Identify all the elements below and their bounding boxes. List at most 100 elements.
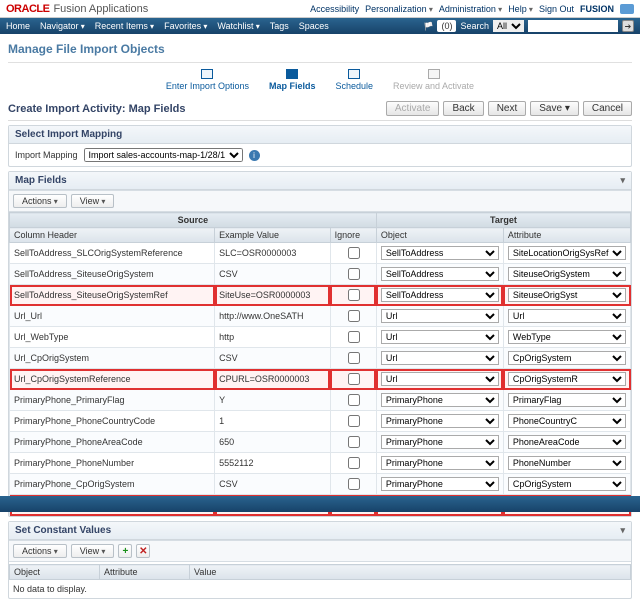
ignore-checkbox[interactable]: [348, 247, 360, 259]
ignore-checkbox[interactable]: [348, 415, 360, 427]
attribute-select[interactable]: SiteLocationOrigSysRef: [508, 246, 626, 260]
search-scope-select[interactable]: All: [493, 20, 524, 32]
table-row[interactable]: SellToAddress_SiteuseOrigSystemCSVSellTo…: [10, 264, 631, 285]
import-mapping-select[interactable]: Import sales-accounts-map-1/28/1: [84, 148, 243, 162]
nav-navigator[interactable]: Navigator: [40, 21, 85, 31]
view-menu[interactable]: View: [71, 194, 115, 208]
attribute-select[interactable]: PhoneCountryC: [508, 414, 626, 428]
const-col-value[interactable]: Value: [190, 565, 631, 580]
nav-tags[interactable]: Tags: [270, 21, 289, 31]
object-select[interactable]: SellToAddress: [381, 267, 499, 281]
cell-example-value: 5552112: [215, 453, 331, 474]
ignore-checkbox[interactable]: [348, 457, 360, 469]
flag-count[interactable]: (0): [437, 20, 456, 32]
cell-column-header: PrimaryPhone_PhoneAreaCode: [10, 432, 215, 453]
object-select[interactable]: PrimaryPhone: [381, 393, 499, 407]
actions-menu[interactable]: Actions: [13, 194, 67, 208]
delete-row-icon[interactable]: ✕: [136, 544, 150, 558]
const-col-object[interactable]: Object: [10, 565, 100, 580]
view-menu[interactable]: View: [71, 544, 115, 558]
info-icon[interactable]: i: [249, 150, 260, 161]
object-select[interactable]: Url: [381, 330, 499, 344]
object-select[interactable]: PrimaryPhone: [381, 414, 499, 428]
object-select[interactable]: Url: [381, 351, 499, 365]
cell-column-header: SellToAddress_SiteuseOrigSystemRef: [10, 285, 215, 306]
attribute-select[interactable]: Url: [508, 309, 626, 323]
wizard-step-enter-options[interactable]: Enter Import Options: [166, 69, 249, 91]
search-input[interactable]: [528, 20, 618, 32]
ignore-checkbox[interactable]: [348, 331, 360, 343]
const-col-attribute[interactable]: Attribute: [100, 565, 190, 580]
table-row[interactable]: Url_CpOrigSystemReferenceCPURL=OSR000000…: [10, 369, 631, 390]
nav-watchlist[interactable]: Watchlist: [217, 21, 259, 31]
object-select[interactable]: SellToAddress: [381, 246, 499, 260]
attribute-select[interactable]: SiteuseOrigSystem: [508, 267, 626, 281]
cancel-button[interactable]: Cancel: [583, 101, 632, 116]
ignore-checkbox[interactable]: [348, 310, 360, 322]
ignore-checkbox[interactable]: [348, 268, 360, 280]
attribute-select[interactable]: PhoneAreaCode: [508, 435, 626, 449]
attribute-select[interactable]: CpOrigSystemR: [508, 372, 626, 386]
table-row[interactable]: SellToAddress_SiteuseOrigSystemRefSiteUs…: [10, 285, 631, 306]
search-go-button[interactable]: ➔: [622, 20, 634, 32]
col-ignore[interactable]: Ignore: [330, 228, 376, 243]
attribute-select[interactable]: PrimaryFlag: [508, 393, 626, 407]
attribute-select[interactable]: WebType: [508, 330, 626, 344]
save-button[interactable]: Save ▾: [530, 101, 579, 116]
table-row[interactable]: PrimaryPhone_PhoneAreaCode650PrimaryPhon…: [10, 432, 631, 453]
nav-favorites[interactable]: Favorites: [164, 21, 207, 31]
col-example-value[interactable]: Example Value: [215, 228, 331, 243]
col-attribute[interactable]: Attribute: [503, 228, 630, 243]
personalization-menu[interactable]: Personalization: [365, 4, 433, 14]
help-menu[interactable]: Help: [508, 4, 533, 14]
ignore-checkbox[interactable]: [348, 478, 360, 490]
table-row[interactable]: Url_Urlhttp://www.OneSATHUrlUrl: [10, 306, 631, 327]
ignore-checkbox[interactable]: [348, 394, 360, 406]
table-row[interactable]: Url_CpOrigSystemCSVUrlCpOrigSystem: [10, 348, 631, 369]
ignore-checkbox[interactable]: [348, 436, 360, 448]
nav-home[interactable]: Home: [6, 21, 30, 31]
map-fields-panel: Map Fields▾ Actions View Source Target C…: [8, 171, 632, 517]
wizard-step-schedule[interactable]: Schedule: [335, 69, 373, 91]
cell-column-header: Url_CpOrigSystemReference: [10, 369, 215, 390]
nav-recent-items[interactable]: Recent Items: [95, 21, 154, 31]
attribute-select[interactable]: PhoneNumber: [508, 456, 626, 470]
next-button[interactable]: Next: [488, 101, 527, 116]
collapse-icon[interactable]: ▾: [620, 175, 625, 186]
object-select[interactable]: Url: [381, 372, 499, 386]
attribute-select[interactable]: SiteuseOrigSyst: [508, 288, 626, 302]
table-row[interactable]: Url_WebTypehttpUrlWebType: [10, 327, 631, 348]
back-button[interactable]: Back: [443, 101, 483, 116]
col-object[interactable]: Object: [376, 228, 503, 243]
attribute-select[interactable]: CpOrigSystem: [508, 477, 626, 491]
table-row[interactable]: PrimaryPhone_PhoneNumber5552112PrimaryPh…: [10, 453, 631, 474]
object-select[interactable]: PrimaryPhone: [381, 477, 499, 491]
attribute-select[interactable]: CpOrigSystem: [508, 351, 626, 365]
wizard-step-map-fields[interactable]: Map Fields: [269, 69, 316, 91]
table-row[interactable]: PrimaryPhone_CpOrigSystemCSVPrimaryPhone…: [10, 474, 631, 495]
add-row-icon[interactable]: +: [118, 544, 132, 558]
cell-example-value: CPURL=OSR0000003: [215, 369, 331, 390]
signout-link[interactable]: Sign Out: [539, 4, 574, 14]
actions-menu[interactable]: Actions: [13, 544, 67, 558]
col-column-header[interactable]: Column Header: [10, 228, 215, 243]
administration-menu[interactable]: Administration: [439, 4, 502, 14]
ignore-checkbox[interactable]: [348, 289, 360, 301]
nav-spaces[interactable]: Spaces: [299, 21, 329, 31]
accessibility-link[interactable]: Accessibility: [310, 4, 359, 14]
constant-values-header: Set Constant Values: [15, 525, 111, 536]
object-select[interactable]: PrimaryPhone: [381, 435, 499, 449]
object-select[interactable]: PrimaryPhone: [381, 456, 499, 470]
cell-example-value: SLC=OSR0000003: [215, 243, 331, 264]
chat-icon[interactable]: [620, 4, 634, 14]
current-user: FUSION: [580, 4, 614, 14]
table-row[interactable]: PrimaryPhone_PhoneCountryCode1PrimaryPho…: [10, 411, 631, 432]
object-select[interactable]: Url: [381, 309, 499, 323]
ignore-checkbox[interactable]: [348, 373, 360, 385]
collapse-icon[interactable]: ▾: [620, 525, 625, 536]
table-row[interactable]: SellToAddress_SLCOrigSystemReferenceSLC=…: [10, 243, 631, 264]
table-row[interactable]: PrimaryPhone_PrimaryFlagYPrimaryPhonePri…: [10, 390, 631, 411]
object-select[interactable]: SellToAddress: [381, 288, 499, 302]
ignore-checkbox[interactable]: [348, 352, 360, 364]
import-mapping-label: Import Mapping: [15, 150, 78, 160]
